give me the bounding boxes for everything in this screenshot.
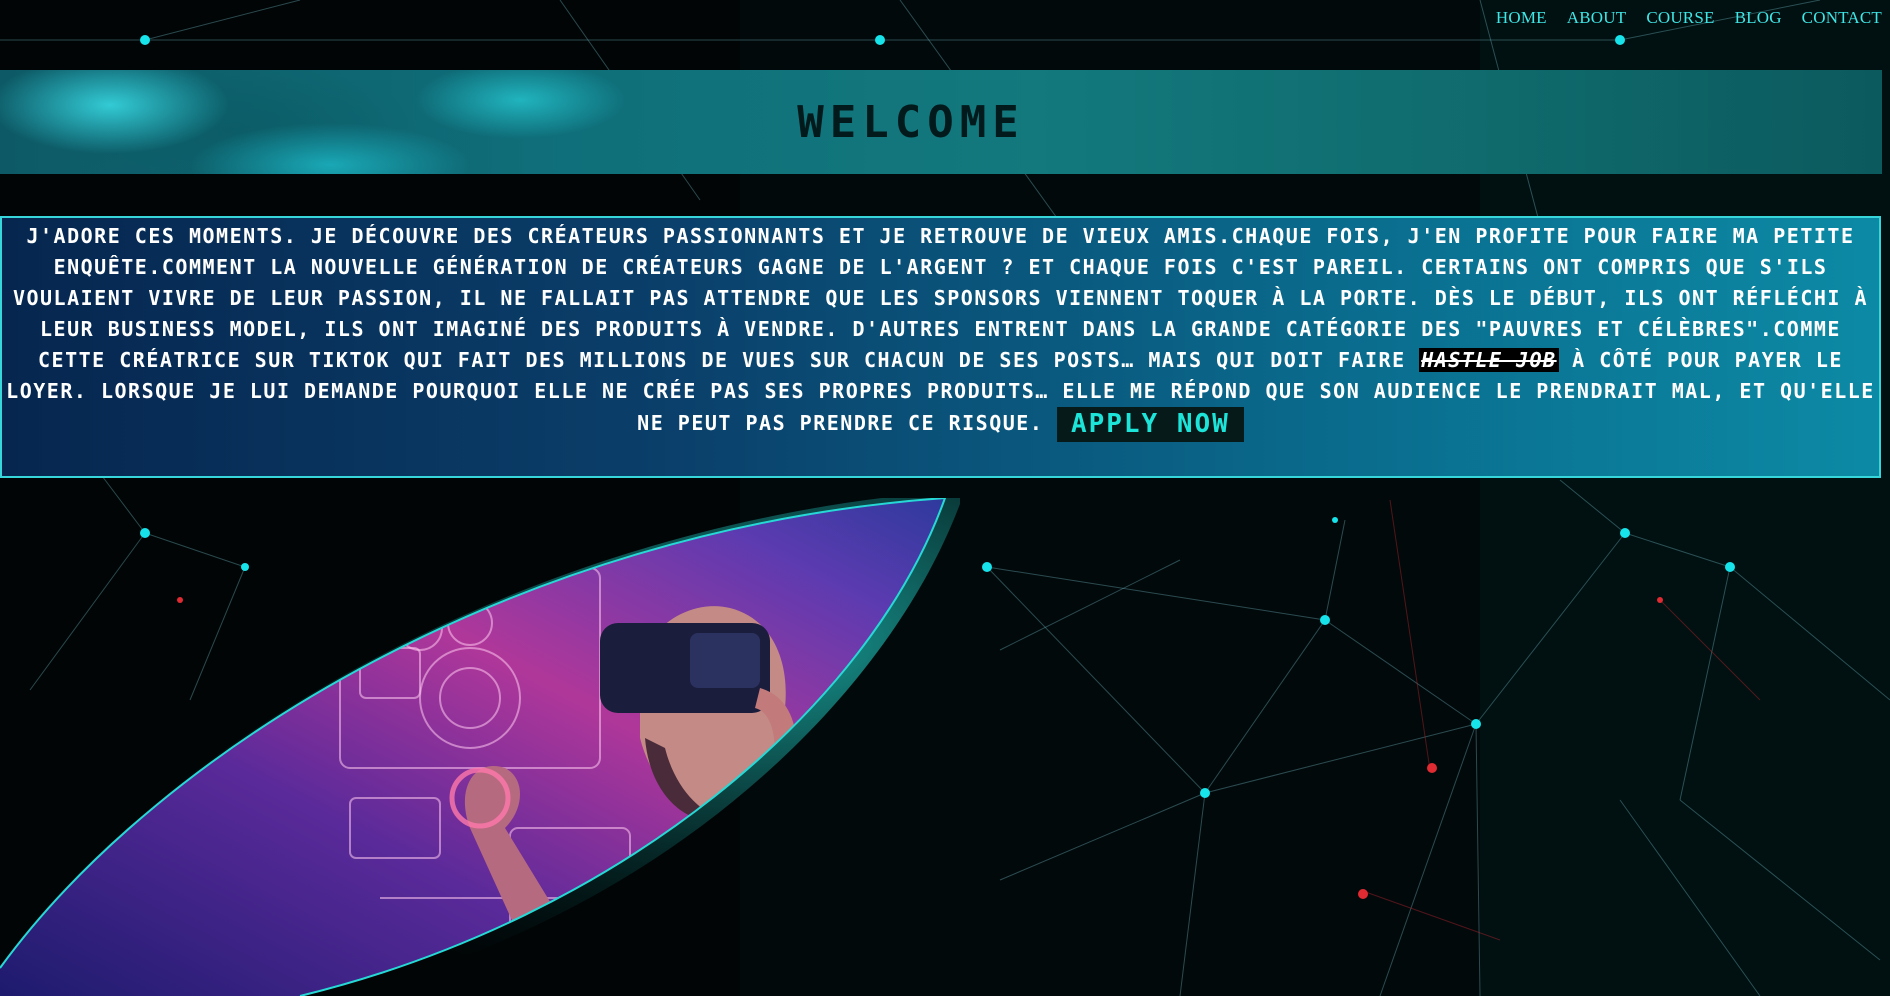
nav-about-link[interactable]: ABOUT	[1567, 8, 1627, 28]
intro-section: J'adore ces moments. Je découvre des cré…	[0, 216, 1881, 478]
nav-contact-link[interactable]: CONTACT	[1802, 8, 1882, 28]
hero-image	[0, 498, 960, 996]
page-title: WELCOME	[797, 96, 1025, 148]
nav-course-link[interactable]: COURSE	[1646, 8, 1714, 28]
nav-home-link[interactable]: HOME	[1496, 8, 1547, 28]
apply-now-button[interactable]: APPLY NOW	[1056, 407, 1244, 442]
top-nav: HOME ABOUT COURSE BLOG CONTACT	[1496, 8, 1882, 28]
hustle-job-highlight: hastle job	[1419, 348, 1559, 372]
welcome-banner: WELCOME	[0, 70, 1882, 174]
intro-paragraph: J'adore ces moments. Je découvre des cré…	[6, 221, 1875, 442]
hero-image-container	[0, 498, 960, 996]
nav-blog-link[interactable]: BLOG	[1735, 8, 1782, 28]
